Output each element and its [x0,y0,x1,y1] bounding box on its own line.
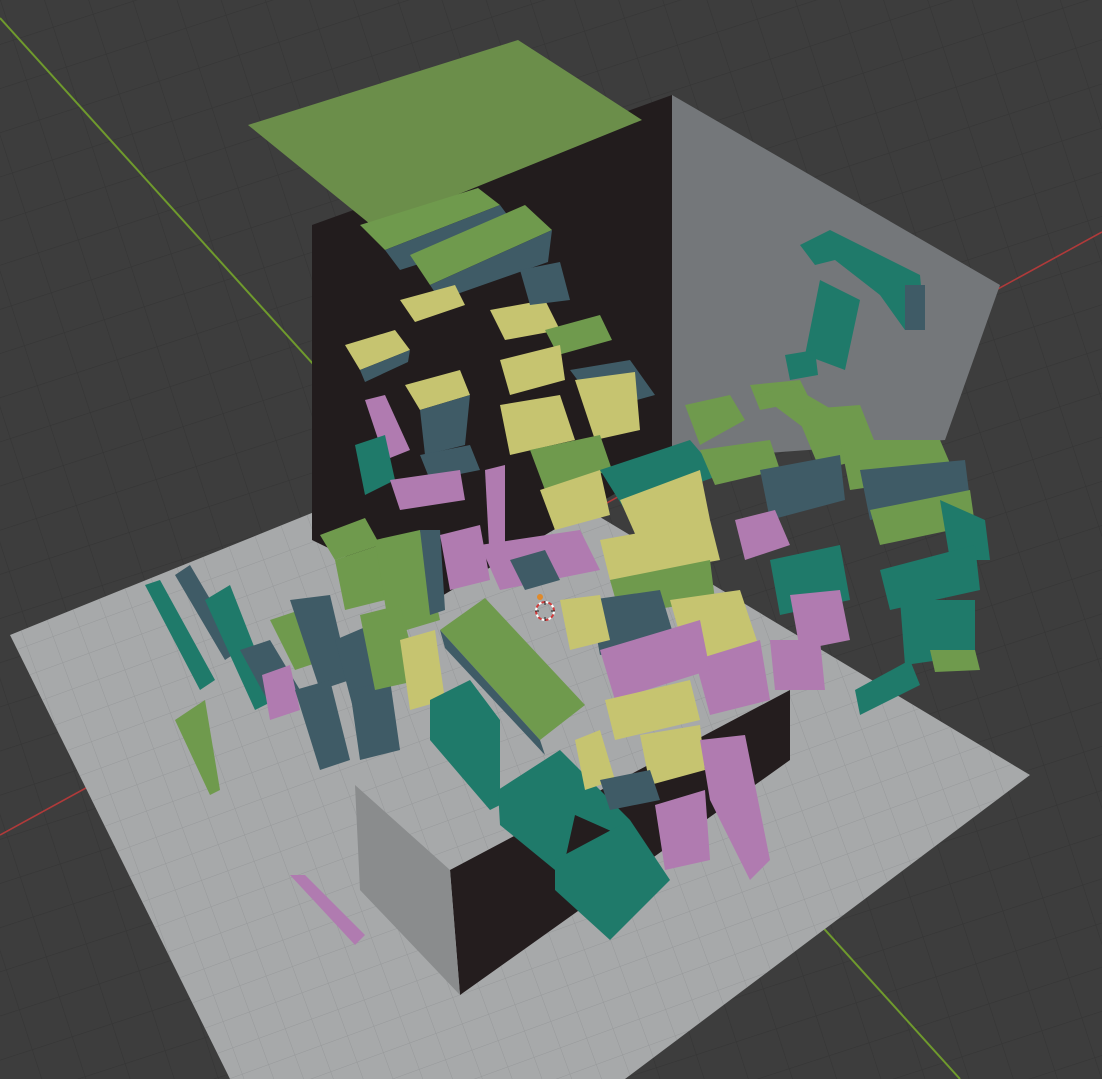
piece [930,650,980,672]
scene-canvas[interactable] [0,0,1102,1079]
piece [905,285,925,330]
piece [785,350,818,380]
piece [770,640,825,690]
3d-viewport[interactable] [0,0,1102,1079]
origin-dot [537,594,543,600]
